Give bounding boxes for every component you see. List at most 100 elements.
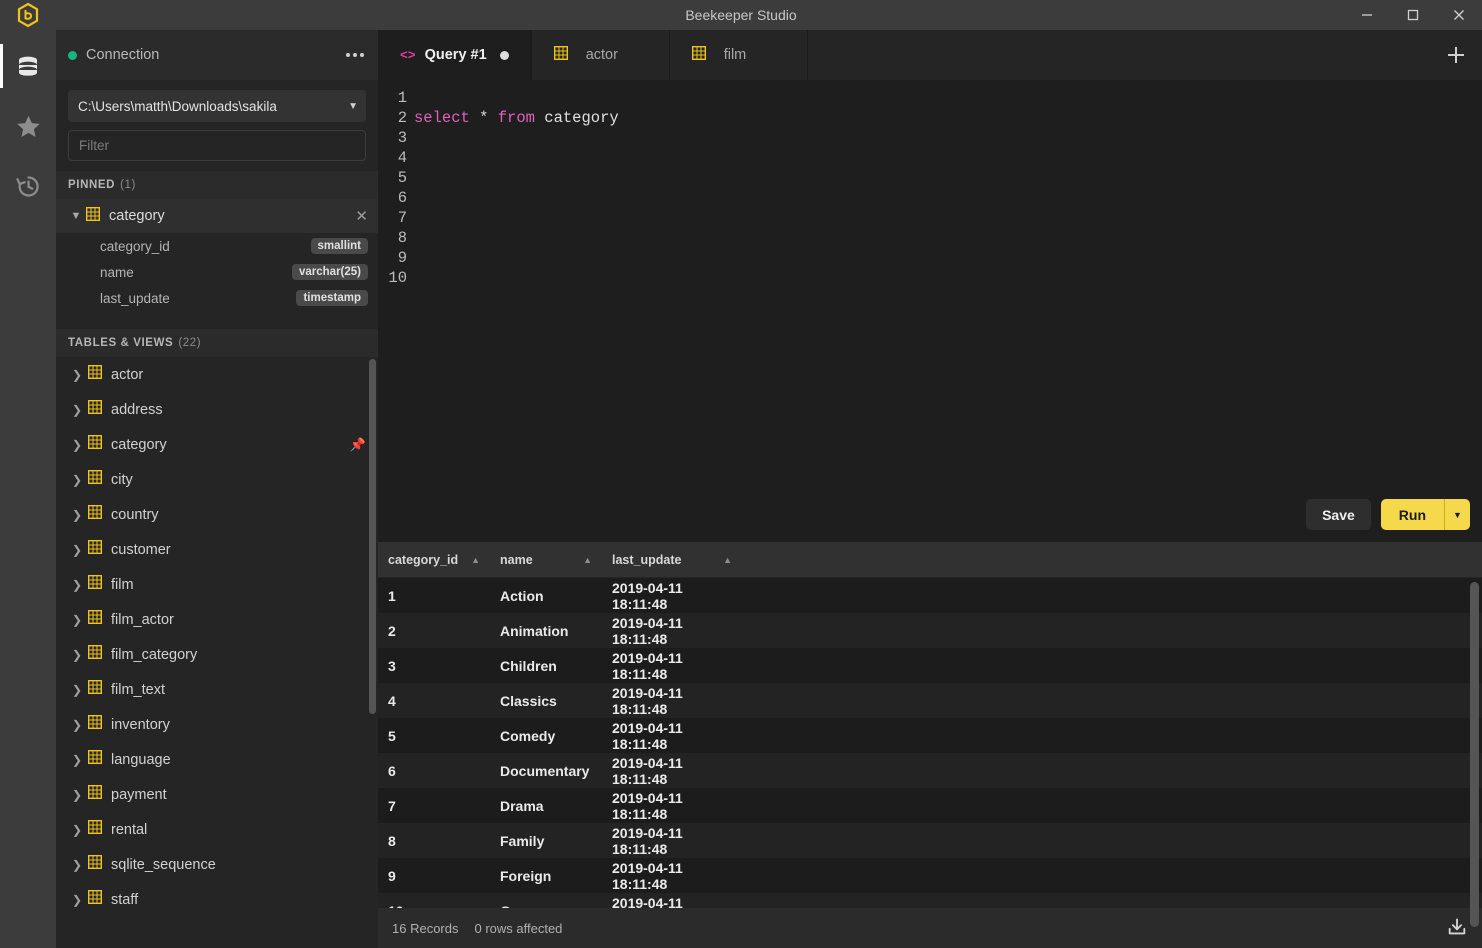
sidebar-table-item[interactable]: ❯inventory (56, 707, 378, 742)
pinned-column-row[interactable]: namevarchar(25) (56, 259, 378, 285)
table-cell[interactable]: 6 (378, 763, 490, 779)
table-cell[interactable]: 2019-04-11 18:11:48 (602, 650, 742, 682)
sidebar-table-item[interactable]: ❯country (56, 497, 378, 532)
tab-actor[interactable]: actor (532, 30, 670, 80)
filter-input[interactable] (68, 130, 366, 161)
table-cell[interactable]: Comedy (490, 728, 602, 744)
code-line[interactable] (414, 148, 1482, 168)
code-line[interactable] (414, 208, 1482, 228)
ellipsis-icon[interactable] (346, 53, 364, 57)
chevron-right-icon[interactable]: ❯ (66, 613, 88, 627)
chevron-down-icon[interactable]: ▼ (66, 210, 86, 222)
run-options-chevron-down-icon[interactable]: ▼ (1444, 499, 1470, 530)
pin-icon[interactable]: 📌 (350, 437, 366, 453)
sidebar-table-item[interactable]: ❯customer (56, 532, 378, 567)
table-cell[interactable]: Documentary (490, 763, 602, 779)
code-line[interactable] (414, 268, 1482, 288)
chevron-right-icon[interactable]: ❯ (66, 508, 88, 522)
table-cell[interactable]: 2019-04-11 18:11:48 (602, 790, 742, 822)
chevron-right-icon[interactable]: ❯ (66, 648, 88, 662)
table-cell[interactable]: Family (490, 833, 602, 849)
results-column-header[interactable]: name▲ (490, 542, 602, 577)
sidebar-table-item[interactable]: ❯sqlite_sequence (56, 847, 378, 882)
table-row[interactable]: 4Classics2019-04-11 18:11:48 (378, 683, 1482, 718)
tab-film[interactable]: film (670, 30, 808, 80)
close-button[interactable] (1436, 0, 1482, 30)
table-row[interactable]: 3Children2019-04-11 18:11:48 (378, 648, 1482, 683)
table-cell[interactable]: 1 (378, 588, 490, 604)
table-cell[interactable]: Foreign (490, 868, 602, 884)
table-cell[interactable]: 8 (378, 833, 490, 849)
table-cell[interactable]: Animation (490, 623, 602, 639)
sidebar-table-item[interactable]: ❯language (56, 742, 378, 777)
code-line[interactable] (414, 88, 1482, 108)
tab-query-1[interactable]: <>Query #1 (378, 30, 532, 80)
code-line[interactable]: select * from category (414, 108, 1482, 128)
chevron-right-icon[interactable]: ❯ (66, 438, 88, 452)
table-cell[interactable]: 2019-04-11 18:11:48 (602, 720, 742, 752)
chevron-right-icon[interactable]: ❯ (66, 578, 88, 592)
table-cell[interactable]: 3 (378, 658, 490, 674)
sidebar-table-item[interactable]: ❯staff (56, 882, 378, 917)
sidebar-table-item[interactable]: ❯payment (56, 777, 378, 812)
code-lines[interactable]: select * from category (414, 88, 1482, 288)
chevron-right-icon[interactable]: ❯ (66, 403, 88, 417)
sidebar-table-item[interactable]: ❯rental (56, 812, 378, 847)
table-cell[interactable]: 2 (378, 623, 490, 639)
database-picker[interactable]: C:\Users\matth\Downloads\sakila ▼ (68, 90, 366, 122)
chevron-right-icon[interactable]: ❯ (66, 788, 88, 802)
sort-asc-icon[interactable]: ▲ (583, 555, 592, 565)
results-scrollbar[interactable] (1470, 582, 1479, 927)
pinned-column-row[interactable]: last_updatetimestamp (56, 285, 378, 311)
code-line[interactable] (414, 228, 1482, 248)
sidebar-table-item[interactable]: ❯film_text (56, 672, 378, 707)
chevron-right-icon[interactable]: ❯ (66, 543, 88, 557)
table-cell[interactable]: 2019-04-11 18:11:48 (602, 580, 742, 612)
sidebar-table-item[interactable]: ❯film (56, 567, 378, 602)
table-cell[interactable]: 5 (378, 728, 490, 744)
code-line[interactable] (414, 128, 1482, 148)
table-cell[interactable]: 2019-04-11 18:11:48 (602, 615, 742, 647)
chevron-right-icon[interactable]: ❯ (66, 473, 88, 487)
sort-asc-icon[interactable]: ▲ (471, 555, 480, 565)
table-cell[interactable]: Children (490, 658, 602, 674)
table-cell[interactable]: Drama (490, 798, 602, 814)
sidebar-table-item[interactable]: ❯address (56, 392, 378, 427)
chevron-right-icon[interactable]: ❯ (66, 858, 88, 872)
results-column-header[interactable]: last_update▲ (602, 542, 742, 577)
table-row[interactable]: 6Documentary2019-04-11 18:11:48 (378, 753, 1482, 788)
chevron-right-icon[interactable]: ❯ (66, 368, 88, 382)
rail-item-history[interactable] (0, 156, 56, 216)
table-cell[interactable]: 2019-04-11 18:11:48 (602, 685, 742, 717)
table-row[interactable]: 8Family2019-04-11 18:11:48 (378, 823, 1482, 858)
table-cell[interactable]: 2019-04-11 18:11:48 (602, 825, 742, 857)
chevron-right-icon[interactable]: ❯ (66, 893, 88, 907)
rail-item-favorites[interactable] (0, 96, 56, 156)
tables-list[interactable]: ❯actor❯address❯category📌❯city❯country❯cu… (56, 357, 378, 948)
table-row[interactable]: 9Foreign2019-04-11 18:11:48 (378, 858, 1482, 893)
table-row[interactable]: 5Comedy2019-04-11 18:11:48 (378, 718, 1482, 753)
table-row[interactable]: 2Animation2019-04-11 18:11:48 (378, 613, 1482, 648)
sidebar-scrollbar[interactable] (369, 359, 376, 714)
code-area[interactable]: 12345678910 select * from category (378, 80, 1482, 288)
sort-asc-icon[interactable]: ▲ (723, 555, 732, 565)
sql-editor[interactable]: 12345678910 select * from category Save … (378, 80, 1482, 542)
table-cell[interactable]: 7 (378, 798, 490, 814)
table-cell[interactable]: 9 (378, 868, 490, 884)
close-icon[interactable]: ✕ (355, 209, 368, 224)
save-button[interactable]: Save (1306, 499, 1371, 530)
rail-item-database[interactable] (0, 36, 56, 96)
minimize-button[interactable] (1344, 0, 1390, 30)
table-cell[interactable]: 2019-04-11 18:11:48 (602, 895, 742, 909)
table-row[interactable]: 10Games2019-04-11 18:11:48 (378, 893, 1482, 908)
chevron-right-icon[interactable]: ❯ (66, 753, 88, 767)
table-cell[interactable]: Classics (490, 693, 602, 709)
sidebar-table-item[interactable]: ❯category📌 (56, 427, 378, 462)
table-row[interactable]: 1Action2019-04-11 18:11:48 (378, 578, 1482, 613)
code-line[interactable] (414, 188, 1482, 208)
pinned-table-row[interactable]: ▼ category ✕ (56, 199, 378, 233)
code-line[interactable] (414, 248, 1482, 268)
chevron-right-icon[interactable]: ❯ (66, 683, 88, 697)
add-tab-button[interactable] (1430, 30, 1482, 80)
results-column-header[interactable]: category_id▲ (378, 542, 490, 577)
